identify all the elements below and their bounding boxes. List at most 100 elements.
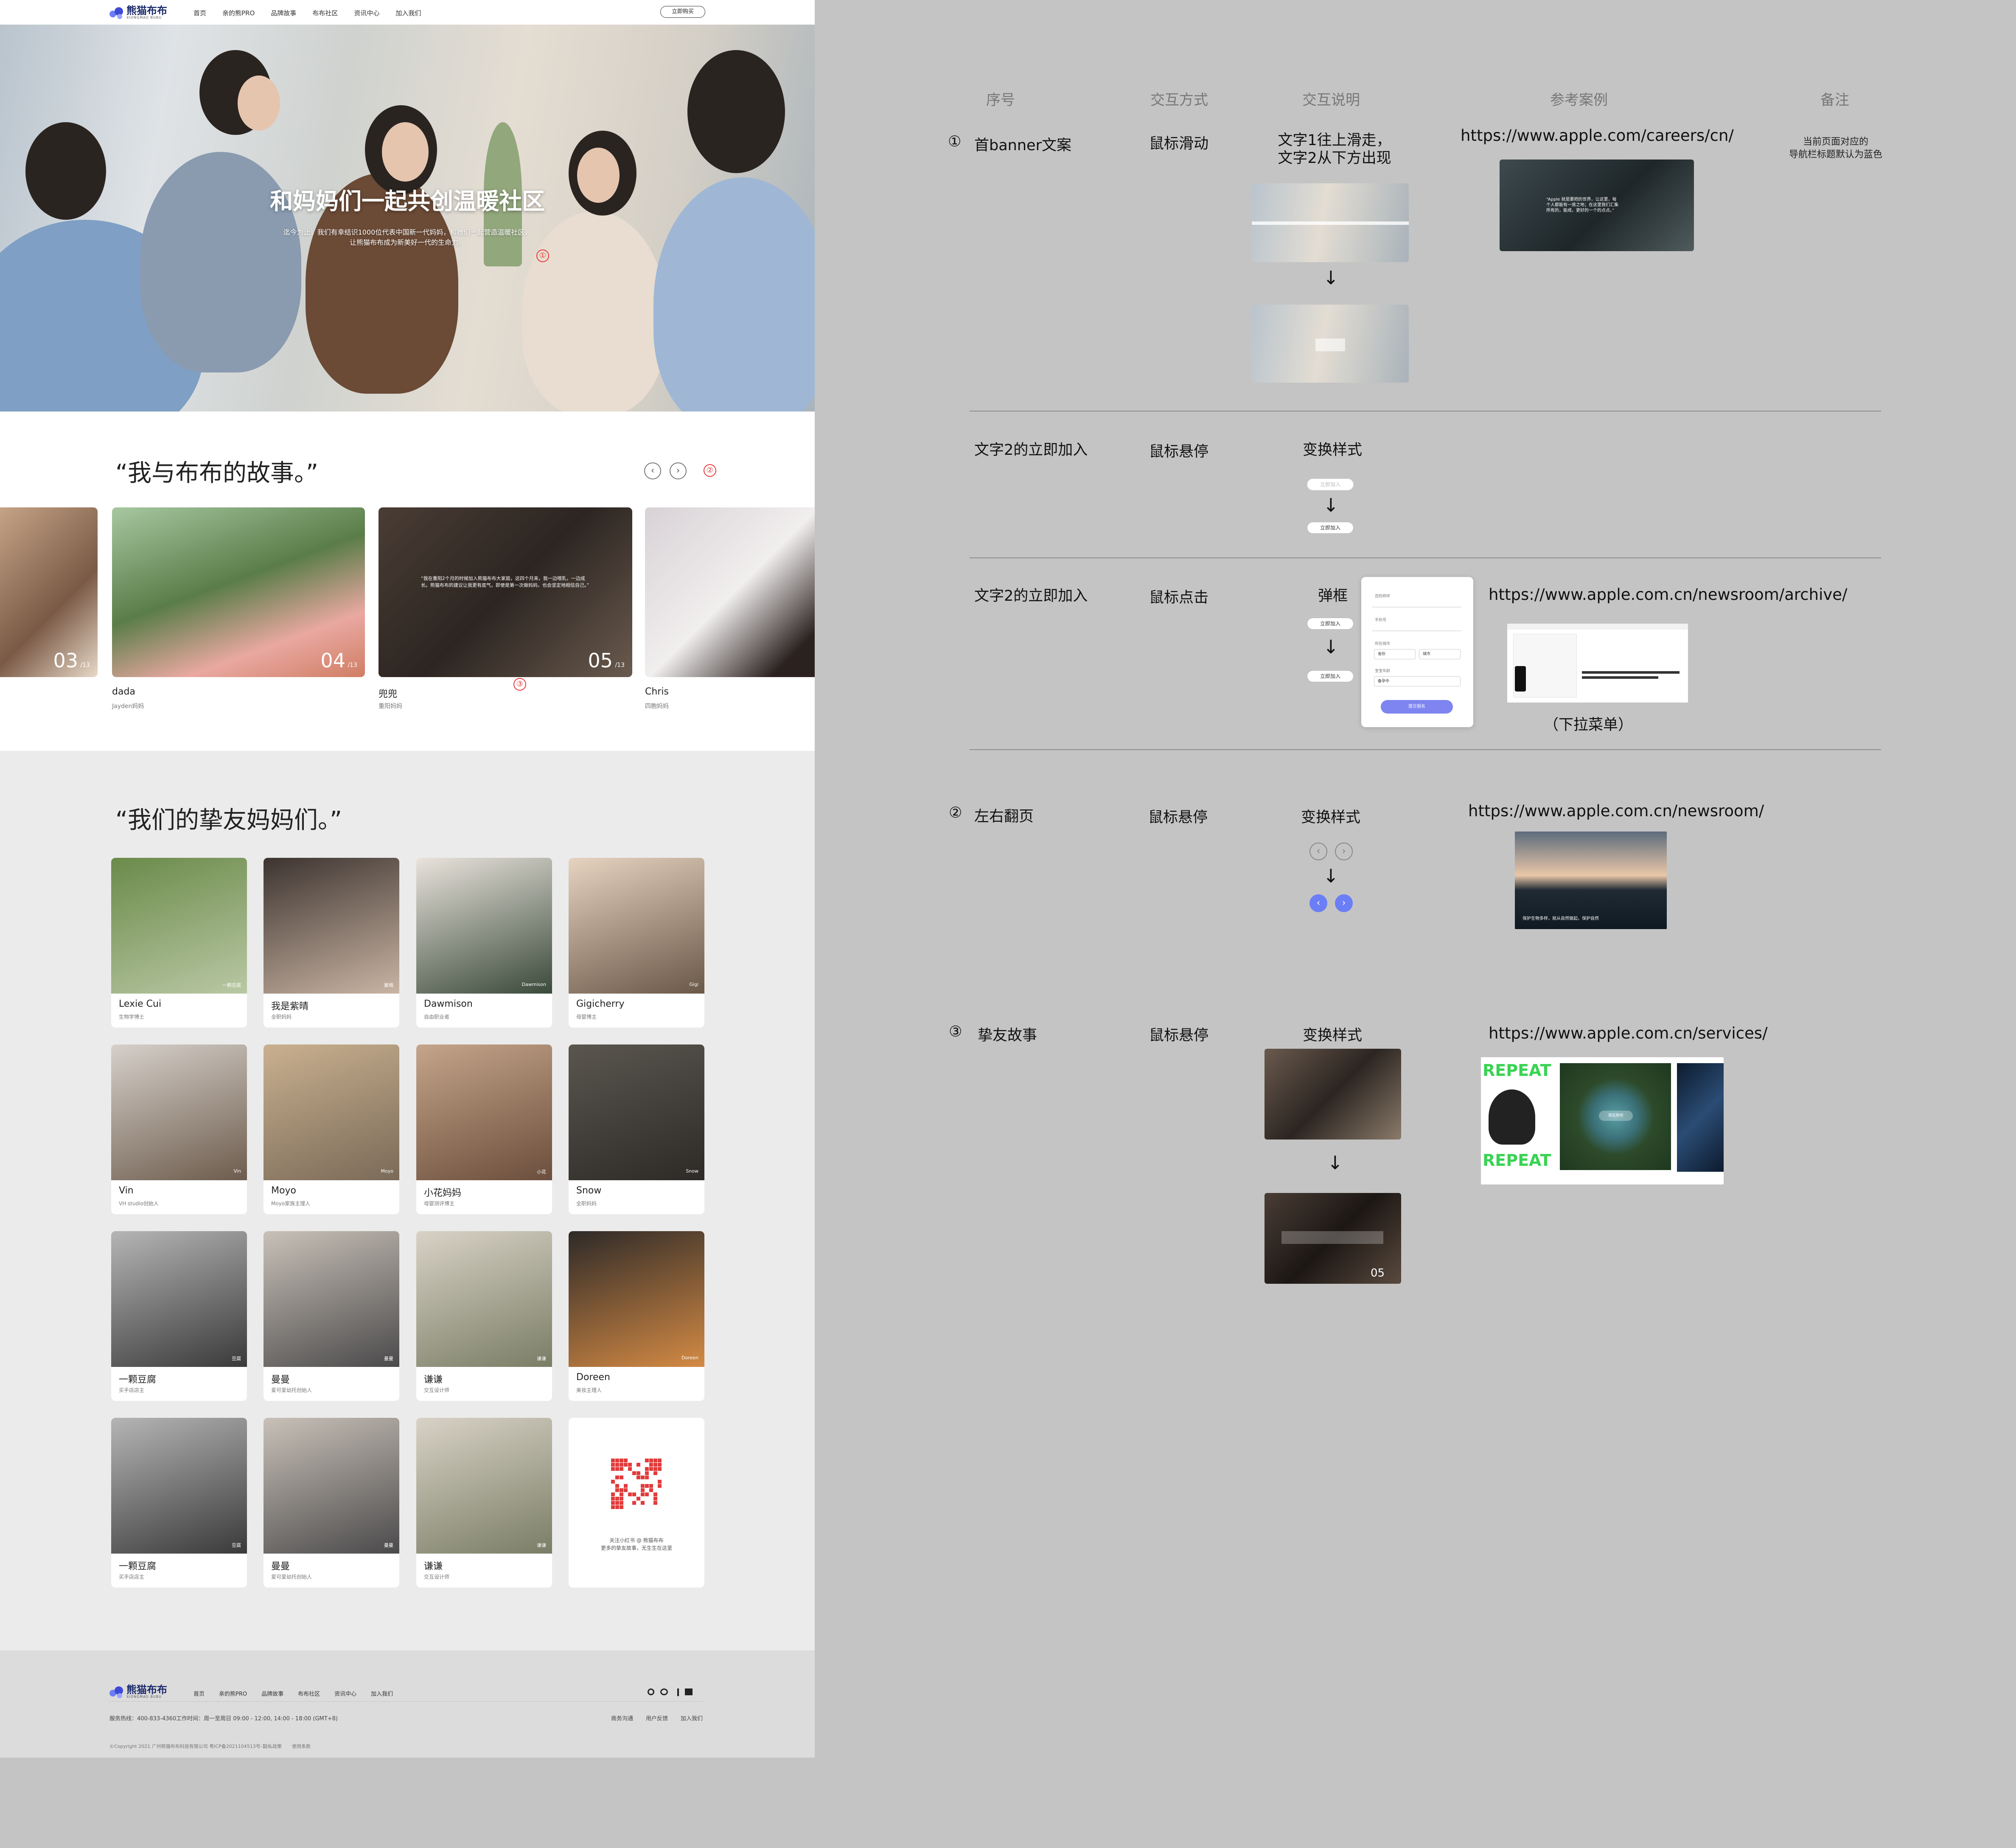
- story-quote: “我在重阳2个月的时候加入熊猫布布大家庭，这四个月来，我一边喂乳，一边成长。熊猫…: [421, 576, 589, 588]
- modal-submit-button[interactable]: 提交报名: [1381, 700, 1453, 714]
- friend-card[interactable]: 豆腐 一颗豆腐 买手店店主: [111, 1418, 247, 1588]
- friend-card[interactable]: Gigi Gigicherry 母婴博主: [569, 858, 704, 1028]
- row1-description: 文字1往上滑走， 文字2从下方出现: [1278, 132, 1391, 167]
- modal-city-select[interactable]: 城市: [1419, 649, 1461, 659]
- stories-prev-button[interactable]: ‹: [644, 462, 661, 479]
- logo-name: 熊猫布布: [126, 1684, 167, 1696]
- story-card[interactable]: [645, 507, 815, 677]
- footer-nav-news[interactable]: 资讯中心: [334, 1689, 356, 1697]
- row1-reference-image: “Apple 就是要把的世界，让这里，每个人都能有一席之地；在这里我们汇集所有的…: [1500, 160, 1694, 251]
- footer-logo[interactable]: 熊猫布布 XIONGMAO BUBU: [109, 1684, 167, 1700]
- brand-logo[interactable]: 熊猫布布 XIONGMAO BUBU: [109, 5, 167, 20]
- hero-banner: 和妈妈们一起共创温暖社区 迄今为止，我们有幸结识1000位代表中国新一代妈妈，和…: [0, 25, 815, 412]
- friend-card[interactable]: Snow Snow 全职妈妈: [569, 1044, 704, 1214]
- friend-card[interactable]: 小花 小花妈妈 母婴测评博主: [416, 1044, 552, 1214]
- friend-card[interactable]: 紫晴 我是紫晴 全职妈妈: [264, 858, 399, 1028]
- story-role: 四胞妈妈: [645, 703, 669, 710]
- row1-index: ①: [948, 133, 962, 150]
- row1-note: 当前页面对应的 导航栏标题默认为蓝色: [1789, 137, 1882, 160]
- footer-nav-pro[interactable]: 亲的熊PRO: [219, 1689, 247, 1697]
- modal-stage-select[interactable]: 备孕中: [1374, 676, 1461, 686]
- header-index: 序号: [986, 92, 1015, 109]
- story-card-active[interactable]: “我在重阳2个月的时候加入熊猫布布大家庭，这四个月来，我一边喂乳，一边成长。熊猫…: [379, 507, 632, 677]
- nav-item-news[interactable]: 资讯中心: [354, 8, 379, 17]
- row4-index: ②: [949, 804, 962, 821]
- row1-method: 鼠标滑动: [1149, 135, 1209, 152]
- modal-label-phone: 手机号: [1375, 618, 1387, 622]
- friend-card[interactable]: Doreen Doreen 美妆主理人: [569, 1231, 704, 1401]
- stories-next-button[interactable]: ›: [670, 462, 687, 479]
- friend-card[interactable]: 曼曼 曼曼 爱可爱幼托创始人: [264, 1418, 399, 1588]
- friend-role: Moyo家族主理人: [271, 1201, 311, 1207]
- friend-photo-tag: 曼曼: [384, 1356, 393, 1361]
- friend-photo-tag: 曼曼: [384, 1543, 393, 1548]
- pager-next-hover: ›: [1335, 894, 1353, 912]
- friend-card[interactable]: 一颗豆腐 Lexie Cui 生物学博士: [111, 858, 247, 1028]
- panda-logo-icon: [109, 6, 124, 19]
- friend-card[interactable]: 谦谦 谦谦 交互设计师: [416, 1231, 552, 1401]
- friend-photo: [569, 1044, 704, 1180]
- nav-item-pro[interactable]: 亲的熊PRO: [222, 8, 255, 17]
- row3-caption: （下拉菜单）: [1544, 717, 1633, 734]
- header-method: 交互方式: [1150, 92, 1208, 109]
- douyin-icon[interactable]: [674, 1688, 679, 1696]
- nav-item-community[interactable]: 布布社区: [312, 8, 338, 17]
- story-number: 05: [588, 649, 613, 672]
- footer-nav-home[interactable]: 首页: [193, 1689, 205, 1697]
- friend-card[interactable]: Dawmison Dawmison 自由职业者: [416, 858, 552, 1028]
- row5-reference-url[interactable]: https://www.apple.com.cn/services/: [1489, 1024, 1768, 1042]
- friend-card[interactable]: 豆腐 一颗豆腐 买手店店主: [111, 1231, 247, 1401]
- row2-name: 文字2的立即加入: [974, 442, 1088, 459]
- friend-photo: [264, 858, 399, 994]
- footer-link-join[interactable]: 加入我们: [681, 1714, 703, 1722]
- friend-name: Lexie Cui: [119, 999, 162, 1009]
- story-number: 03: [53, 649, 78, 672]
- row1-name: 首banner文案: [974, 137, 1071, 154]
- footer-nav-community[interactable]: 布布社区: [298, 1689, 320, 1697]
- nav-item-home[interactable]: 首页: [193, 8, 206, 17]
- nav-item-brand-story[interactable]: 品牌故事: [271, 8, 296, 17]
- modal-input-name[interactable]: [1372, 607, 1461, 608]
- footer-divider: [109, 1701, 705, 1702]
- friend-photo: [416, 1231, 552, 1367]
- terms-link[interactable]: 使用条款: [292, 1743, 311, 1750]
- qr-card[interactable]: 关注小红书 @ 熊猫布布 更多的挚友故事，无生生在这里: [569, 1418, 704, 1588]
- privacy-link[interactable]: 隐私政策: [263, 1743, 282, 1750]
- footer-link-feedback[interactable]: 用户反馈: [646, 1714, 668, 1722]
- friend-card[interactable]: 谦谦 谦谦 交互设计师: [416, 1418, 552, 1588]
- weibo-icon[interactable]: [660, 1688, 668, 1695]
- nav-item-join[interactable]: 加入我们: [395, 8, 421, 17]
- hero-figure: [238, 76, 280, 131]
- logo-name: 熊猫布布: [126, 5, 167, 17]
- main-nav: 首页 亲的熊PRO 品牌故事 布布社区 资讯中心 加入我们: [193, 8, 421, 17]
- row3-reference-url[interactable]: https://www.apple.com.cn/newsroom/archiv…: [1489, 585, 1847, 604]
- friend-role: 母婴博主: [576, 1014, 597, 1020]
- story-card[interactable]: 04 /13: [112, 507, 365, 677]
- buy-now-button[interactable]: 立即购买: [660, 6, 705, 18]
- story-card[interactable]: 03 /13: [0, 507, 98, 677]
- row5-method: 鼠标悬停: [1149, 1027, 1209, 1044]
- social-icons: [648, 1688, 693, 1696]
- friend-card[interactable]: Moyo Moyo Moyo家族主理人: [264, 1044, 399, 1214]
- pager-prev-default: ‹: [1309, 843, 1327, 860]
- footer-nav-brand-story[interactable]: 品牌故事: [261, 1689, 283, 1697]
- friend-card[interactable]: 曼曼 曼曼 爱可爱幼托创始人: [264, 1231, 399, 1401]
- footer-nav-join[interactable]: 加入我们: [371, 1689, 393, 1697]
- row3-description: 弹框: [1318, 588, 1348, 605]
- modal-province-select[interactable]: 省份: [1374, 649, 1416, 659]
- thumb-quote-overlay: [1281, 1231, 1383, 1244]
- chevron-left-icon: ‹: [1316, 898, 1321, 908]
- row1-reference-url[interactable]: https://www.apple.com/careers/cn/: [1461, 126, 1734, 145]
- row2-description: 变换样式: [1303, 442, 1363, 459]
- modal-input-phone[interactable]: [1372, 630, 1461, 631]
- friend-card[interactable]: Vin Vin VH studio创始人: [111, 1044, 247, 1214]
- friend-photo: [416, 1044, 552, 1180]
- reference-headline-line: [1582, 676, 1658, 679]
- row4-name: 左右翻页: [974, 808, 1034, 825]
- wechat-icon[interactable]: [648, 1688, 654, 1695]
- friend-role: 全职妈妈: [576, 1201, 597, 1207]
- friend-role: 全职妈妈: [271, 1014, 292, 1020]
- footer-link-business[interactable]: 商务沟通: [611, 1714, 633, 1722]
- row4-reference-url[interactable]: https://www.apple.com.cn/newsroom/: [1468, 802, 1764, 820]
- xiaohongshu-icon[interactable]: [685, 1688, 693, 1695]
